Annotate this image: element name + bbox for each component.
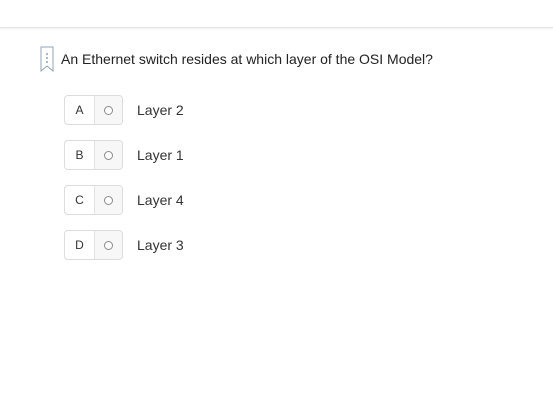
top-toolbar-strip xyxy=(0,0,553,28)
choice-box[interactable]: A xyxy=(64,95,123,125)
question-header: An Ethernet switch resides at which laye… xyxy=(40,46,433,73)
choice-box[interactable]: D xyxy=(64,230,123,260)
option-d[interactable]: D Layer 3 xyxy=(64,229,184,261)
bookmark-flag-icon[interactable] xyxy=(40,46,54,73)
choice-letter: A xyxy=(65,96,95,124)
radio-button[interactable] xyxy=(104,105,113,115)
option-c[interactable]: C Layer 4 xyxy=(64,184,184,216)
option-label[interactable]: Layer 4 xyxy=(137,192,184,208)
question-text: An Ethernet switch resides at which laye… xyxy=(61,51,433,67)
option-label[interactable]: Layer 1 xyxy=(137,147,184,163)
option-b[interactable]: B Layer 1 xyxy=(64,139,184,171)
choice-box[interactable]: C xyxy=(64,185,123,215)
choice-letter: B xyxy=(65,141,95,169)
radio-button[interactable] xyxy=(104,195,113,205)
answer-options: A Layer 2 B Layer 1 C Layer 4 D Layer 3 xyxy=(64,94,184,274)
choice-box[interactable]: B xyxy=(64,140,123,170)
option-a[interactable]: A Layer 2 xyxy=(64,94,184,126)
choice-letter: C xyxy=(65,186,95,214)
choice-letter: D xyxy=(65,231,95,259)
option-label[interactable]: Layer 2 xyxy=(137,102,184,118)
radio-button[interactable] xyxy=(104,150,113,160)
option-label[interactable]: Layer 3 xyxy=(137,237,184,253)
radio-button[interactable] xyxy=(104,240,113,250)
